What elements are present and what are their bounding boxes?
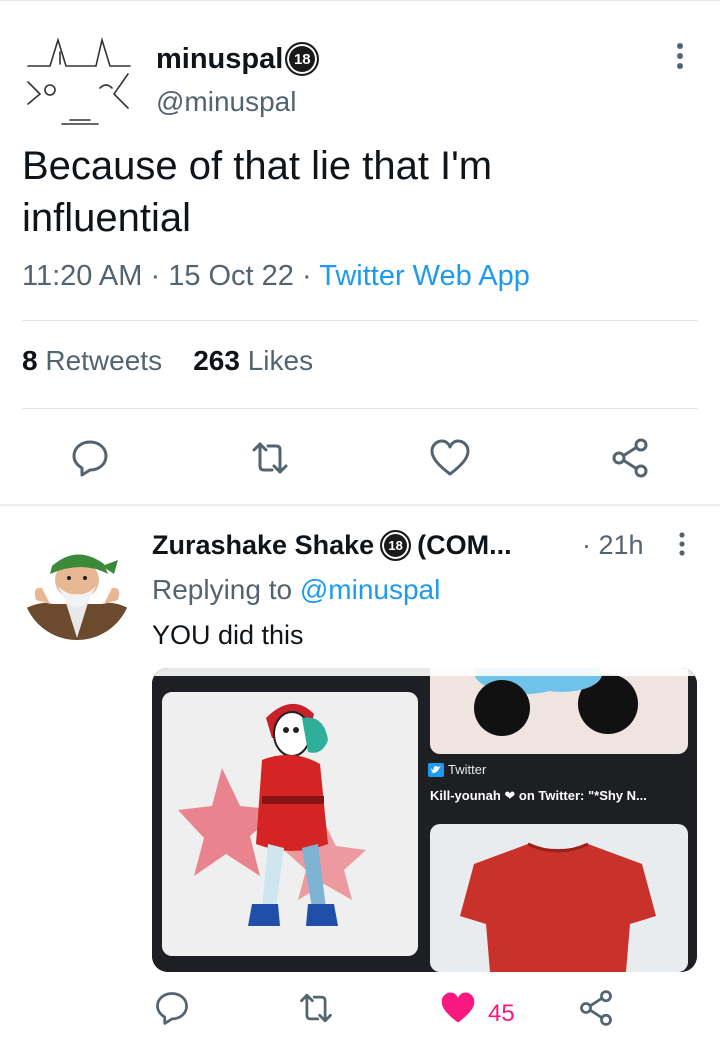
- retweet-icon[interactable]: [248, 436, 292, 480]
- likes-stat[interactable]: 263 Likes: [193, 345, 313, 376]
- likes-count: 263: [193, 345, 240, 376]
- more-options-icon[interactable]: [674, 530, 690, 562]
- reply-text: YOU did this: [152, 620, 304, 650]
- tweet-text-line-2: influential: [22, 196, 192, 240]
- reply-author-avatar[interactable]: [22, 530, 132, 640]
- like-icon[interactable]: [428, 436, 472, 480]
- tweet-text-line-1: Because of that lie that I'm: [22, 144, 493, 188]
- replying-to-mention[interactable]: @minuspal: [300, 574, 440, 605]
- meta-separator: ·: [302, 260, 312, 292]
- tweet-metadata: 11:20 AM · 15 Oct 22 · Twitter Web App: [22, 260, 530, 293]
- reply-display-name: Zurashake Shake: [152, 530, 375, 560]
- reply-name-suffix: (COM...: [417, 530, 512, 560]
- media-top-fade: [152, 668, 697, 676]
- share-icon[interactable]: [576, 988, 616, 1028]
- top-divider: [0, 0, 720, 1]
- retweets-label: Retweets: [45, 345, 163, 376]
- replying-prefix: Replying to: [152, 574, 293, 605]
- share-icon[interactable]: [608, 436, 652, 480]
- tweet-stats: 8 Retweets 263 Likes: [22, 345, 313, 377]
- tweet-source[interactable]: Twitter Web App: [319, 260, 530, 292]
- more-options-icon[interactable]: [670, 40, 690, 76]
- reply-like-count: 45: [488, 1000, 515, 1027]
- retweets-count: 8: [22, 345, 38, 376]
- likes-label: Likes: [247, 345, 314, 376]
- reply-icon[interactable]: [68, 436, 112, 480]
- card-source: Twitter: [428, 762, 486, 777]
- retweet-icon[interactable]: [296, 988, 336, 1028]
- replying-to: Replying to @minuspal: [152, 574, 440, 606]
- divider: [22, 408, 698, 409]
- author-handle[interactable]: @minuspal: [156, 86, 296, 118]
- card-source-label: Twitter: [448, 762, 487, 777]
- card-title[interactable]: Kill-younah ❤ on Twitter: "*Shy N...: [430, 788, 647, 804]
- section-separator: [0, 504, 720, 506]
- liked-heart-icon[interactable]: [438, 988, 478, 1028]
- reply-media-image[interactable]: [152, 668, 697, 972]
- author-name[interactable]: minuspal 18: [156, 42, 320, 76]
- reply-author-name[interactable]: Zurashake Shake 18 (COM...: [152, 530, 512, 561]
- reply-icon[interactable]: [152, 988, 192, 1028]
- meta-separator: ·: [150, 260, 161, 292]
- tweet-time[interactable]: 11:20 AM: [22, 260, 142, 292]
- divider: [22, 320, 698, 321]
- media-collage: [152, 668, 697, 972]
- retweets-stat[interactable]: 8 Retweets: [22, 345, 162, 376]
- ascii-face-avatar: [27, 36, 131, 125]
- author-display-name: minuspal: [156, 42, 284, 75]
- age-restriction-badge: 18: [285, 42, 320, 76]
- author-avatar[interactable]: [22, 24, 134, 136]
- age-restriction-badge: 18: [380, 530, 412, 561]
- tweet-text: Because of that lie that I'm influential: [22, 140, 662, 244]
- twitter-bird-icon: [428, 762, 444, 777]
- tweet-date[interactable]: 15 Oct 22: [168, 260, 294, 292]
- reply-timestamp[interactable]: · 21h: [582, 530, 644, 561]
